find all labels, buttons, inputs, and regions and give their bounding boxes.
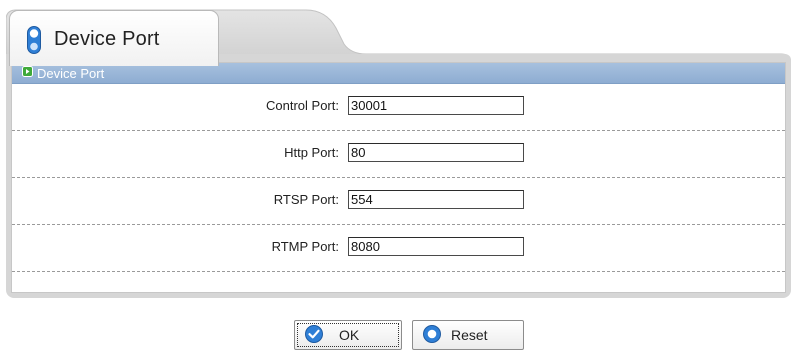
reset-button[interactable]: Reset: [412, 320, 524, 350]
check-circle-icon: [305, 324, 323, 346]
http-port-input[interactable]: [348, 143, 524, 162]
http-port-label: Http Port:: [284, 145, 339, 160]
section-title: Device Port: [37, 65, 105, 81]
rtmp-port-input[interactable]: [348, 237, 524, 256]
field-row-http-port: Http Port:: [12, 131, 785, 178]
section-header: Device Port: [12, 63, 785, 84]
settings-panel: Device Port Control Port: Http Port: RTS…: [6, 54, 791, 298]
panel-content: Device Port Control Port: Http Port: RTS…: [11, 62, 786, 293]
rtsp-port-label: RTSP Port:: [273, 192, 339, 207]
control-port-input[interactable]: [348, 96, 524, 115]
ok-button[interactable]: OK: [294, 320, 402, 350]
circle-ring-icon: [423, 324, 441, 346]
rtmp-port-label: RTMP Port:: [271, 239, 339, 254]
tab-device-port[interactable]: Device Port: [9, 10, 219, 66]
rtsp-port-input[interactable]: [348, 190, 524, 209]
field-row-control-port: Control Port:: [12, 84, 785, 131]
toggle-pill-icon: [27, 26, 41, 59]
tab-label: Device Port: [54, 28, 160, 50]
field-row-rtmp-port: RTMP Port:: [12, 225, 785, 272]
reset-button-label: Reset: [451, 327, 488, 343]
control-port-label: Control Port:: [266, 98, 339, 113]
green-arrow-icon: [22, 64, 33, 82]
field-row-rtsp-port: RTSP Port:: [12, 178, 785, 225]
ok-button-label: OK: [339, 327, 360, 343]
